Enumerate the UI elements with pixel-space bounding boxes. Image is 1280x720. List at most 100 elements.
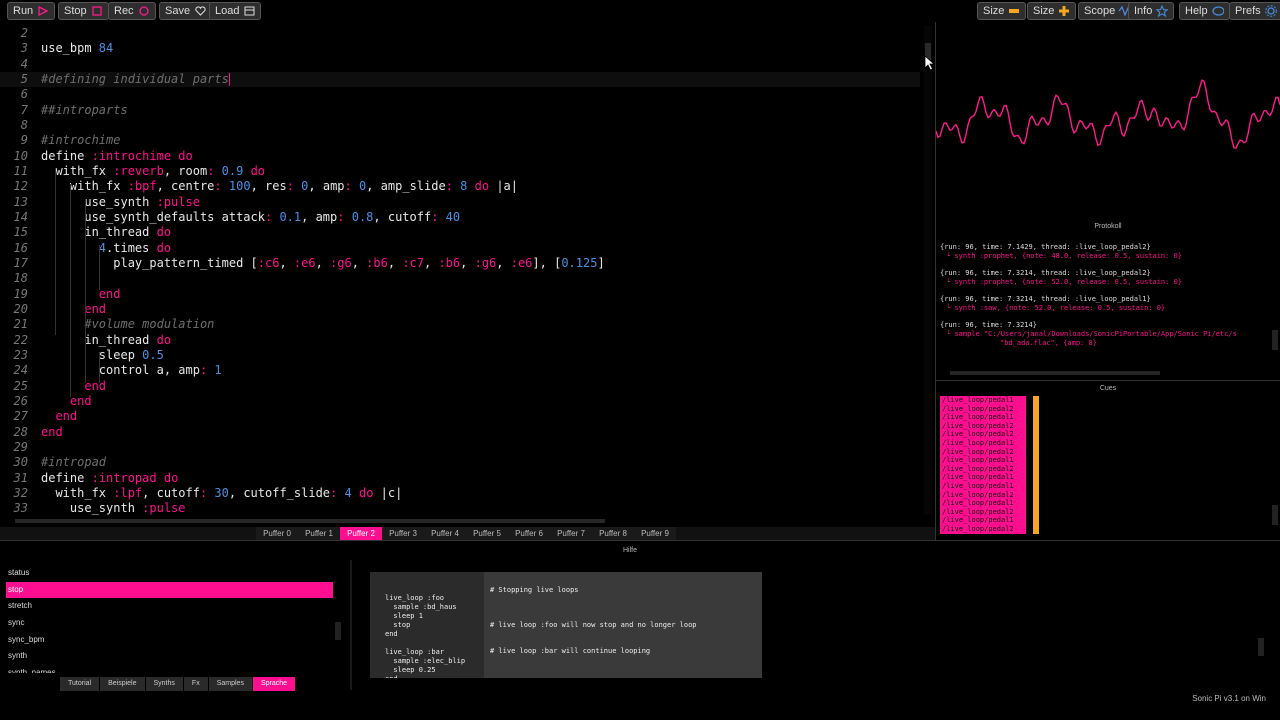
cues-panel[interactable]: /live_loop/pedal1/live_loop/pedal2/live_…	[936, 394, 1280, 540]
code-line[interactable]: 26 end	[0, 394, 920, 409]
buffer-tab[interactable]: Puffer 7	[550, 527, 592, 540]
help-list-item[interactable]: synth	[6, 648, 333, 665]
load-icon	[243, 5, 255, 17]
code-line[interactable]: 10 define :introchime do	[0, 149, 920, 164]
code-line[interactable]: 23 sleep 0.5	[0, 348, 920, 363]
help-list[interactable]: status stop stretch sync sync_bpm synth synth_…	[6, 565, 333, 673]
code-line[interactable]: 21 #volume modulation	[0, 317, 920, 332]
log-entry-detail: "bd_ada.flac", {amp: 8}	[1000, 339, 1097, 347]
help-list-item[interactable]: sync_bpm	[6, 632, 333, 649]
code-line[interactable]: 3 use_bpm 84	[0, 41, 920, 56]
help-list-item[interactable]: stretch	[6, 598, 333, 615]
code-line[interactable]: 31 define :intropad do	[0, 471, 920, 486]
code-line[interactable]: 8	[0, 118, 920, 133]
help-tab[interactable]: Fx	[183, 677, 208, 691]
code-line[interactable]: 14 use_synth_defaults attack: 0.1, amp: …	[0, 210, 920, 225]
cue-activity-marker	[1033, 456, 1039, 465]
code-line[interactable]: 28 end	[0, 425, 920, 440]
cue-activity-marker	[1033, 516, 1039, 525]
help-doc-scrollbar[interactable]	[1258, 638, 1264, 656]
code-editor[interactable]: 2 3 use_bpm 84 4 5 #defining individual parts…	[0, 22, 935, 526]
buffer-tab[interactable]: Puffer 9	[634, 527, 676, 540]
help-tab[interactable]: Samples	[208, 677, 252, 691]
run-button[interactable]: Run	[7, 2, 56, 20]
log-panel[interactable]: {run: 96, time: 7.1429, thread: :live_lo…	[936, 234, 1280, 380]
indent-guide	[55, 168, 56, 335]
log-entry-head: {run: 96, time: 7.3214}	[940, 321, 1037, 329]
code-line[interactable]: 19 end	[0, 287, 920, 302]
buffer-tab[interactable]: Puffer 3	[382, 527, 424, 540]
code-line[interactable]: 9 #introchime	[0, 133, 920, 148]
code-line[interactable]: 27 end	[0, 409, 920, 424]
buffer-tabs: Puffer 0 Puffer 1 Puffer 2 Puffer 3 Puffer 4…	[0, 527, 935, 540]
cue-activity-marker	[1033, 473, 1039, 482]
code-line[interactable]: 13 use_synth :pulse	[0, 195, 920, 210]
help-list-item[interactable]: sync	[6, 615, 333, 632]
line-number: 30	[13, 455, 28, 470]
cue-item: /live_loop/pedal2	[940, 404, 1026, 414]
code-line[interactable]: 33 use_synth :pulse	[0, 501, 920, 516]
line-number: 8	[20, 117, 28, 132]
editor-horizontal-scrollbar[interactable]	[15, 519, 605, 523]
log-vertical-scrollbar[interactable]	[1272, 330, 1278, 350]
code-line[interactable]: 25 end	[0, 379, 920, 394]
help-list-item[interactable]: synth_names	[6, 665, 333, 673]
code-line[interactable]: 11 with_fx :reverb, room: 0.9 do	[0, 164, 920, 179]
help-doc-comment: # live loop :foo will now stop and no lo…	[490, 621, 697, 629]
scope-waveform	[935, 79, 1280, 149]
help-tab[interactable]: Sprache	[252, 677, 296, 691]
help-tab[interactable]: Synths	[145, 677, 183, 691]
load-button[interactable]: Load	[209, 2, 262, 20]
code-line[interactable]: 5 #defining individual parts	[0, 71, 920, 87]
help-list-scrollbar[interactable]	[335, 622, 341, 640]
buffer-tab[interactable]: Puffer 6	[508, 527, 550, 540]
rec-button[interactable]: Rec	[108, 2, 156, 20]
cue-item: /live_loop/pedal2	[940, 421, 1026, 431]
code-line[interactable]: 2	[0, 26, 920, 41]
help-list-item[interactable]: stop	[6, 581, 333, 599]
buffer-tab[interactable]: Puffer 1	[298, 527, 340, 540]
code-line[interactable]: 30 #intropad	[0, 455, 920, 470]
code-text: #volume modulation	[41, 317, 215, 332]
line-number: 11	[13, 163, 28, 178]
code-line[interactable]: 32 with_fx :lpf, cutoff: 30, cutoff_slid…	[0, 486, 920, 501]
editor-vertical-scrollbar[interactable]	[924, 25, 932, 515]
log-horizontal-scrollbar[interactable]	[950, 371, 1160, 375]
code-text: end	[98, 286, 121, 301]
code-line[interactable]: 16 4.times do	[0, 241, 920, 256]
code-line[interactable]: 12 with_fx :bpf, centre: 100, res: 0, am…	[0, 179, 920, 194]
prefs-button[interactable]: Prefs	[1229, 2, 1280, 20]
cue-activity-marker	[1033, 499, 1039, 508]
buffer-tab[interactable]: Puffer 8	[592, 527, 634, 540]
code-line[interactable]: 24 control a, amp: 1	[0, 363, 920, 378]
code-line[interactable]: 17 play_pattern_timed [:c6, :e6, :g6, :b…	[0, 256, 920, 271]
help-list-item[interactable]: status	[6, 565, 333, 582]
info-button[interactable]: Info	[1128, 2, 1175, 20]
code-line[interactable]: 20 end	[0, 302, 920, 317]
help-tab[interactable]: Beispiele	[100, 677, 145, 691]
code-line[interactable]: 29	[0, 440, 920, 455]
buffer-tab[interactable]: Puffer 5	[466, 527, 508, 540]
code-line[interactable]: 6	[0, 87, 920, 102]
cues-vertical-scrollbar[interactable]	[1272, 505, 1278, 525]
cue-activity-marker	[1033, 482, 1039, 491]
buffer-tab[interactable]: Puffer 4	[424, 527, 466, 540]
code-line[interactable]: 4	[0, 57, 920, 72]
help-doc-panel: live_loop :foo sample :bd_haus sleep 1 s…	[370, 572, 762, 678]
code-line[interactable]: 18	[0, 271, 920, 286]
size-decrease-button[interactable]: Size	[977, 2, 1027, 20]
code-line[interactable]: 22 in_thread do	[0, 333, 920, 348]
help-tab[interactable]: Tutorial	[60, 677, 100, 691]
help-doc-comment: # Stopping live loops	[490, 586, 579, 594]
help-button[interactable]: Help	[1179, 2, 1230, 20]
size-increase-button[interactable]: Size	[1027, 2, 1077, 20]
stop-button[interactable]: Stop	[58, 2, 109, 20]
stop-label: Stop	[64, 5, 87, 17]
code-line[interactable]: 15 in_thread do	[0, 225, 920, 240]
code-line[interactable]: 7 ##introparts	[0, 103, 920, 118]
save-button[interactable]: Save	[159, 2, 213, 20]
line-number: 12	[13, 179, 28, 194]
buffer-tab[interactable]: Puffer 2	[340, 527, 382, 540]
cue-item: /live_loop/pedal2	[940, 447, 1026, 457]
buffer-tab[interactable]: Puffer 0	[256, 527, 298, 540]
